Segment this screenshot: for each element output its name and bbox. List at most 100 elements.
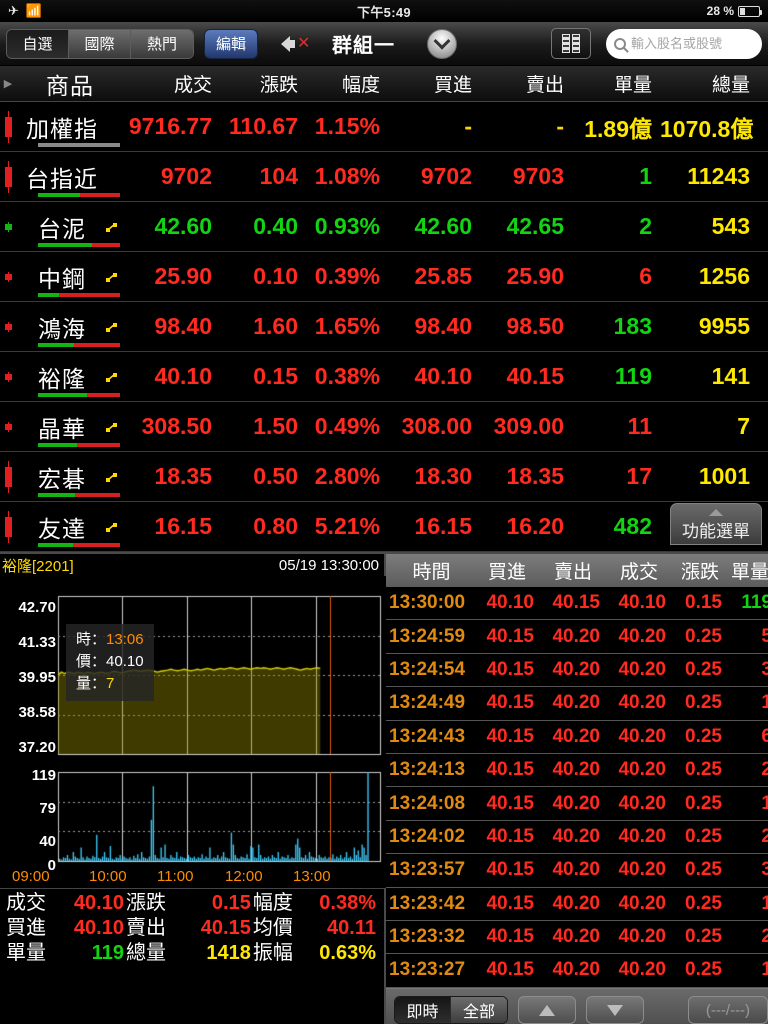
tick-row[interactable]: 13:24:59 40.15 40.20 40.20 0.25 5 [386, 620, 768, 654]
column-header-price[interactable]: 成交 [120, 70, 220, 97]
tick-row[interactable]: 13:23:32 40.15 40.20 40.20 0.25 2 [386, 921, 768, 955]
column-header-name[interactable]: 商品 [16, 67, 120, 101]
instrument-name-cell[interactable]: 裕隆 [16, 352, 120, 401]
ratio-bar [38, 393, 120, 397]
cell-total: 7 [737, 413, 750, 439]
intraday-chart[interactable]: 裕隆[2201] 05/19 13:30:00 42.70 41.33 39.9… [0, 554, 386, 1021]
edit-button[interactable]: 編輯 [204, 28, 259, 59]
column-header-change[interactable]: 漲跌 [220, 70, 306, 97]
cell-change: 0.80 [253, 513, 298, 539]
tick-mode-all[interactable]: 全部 [451, 997, 507, 1024]
quote-table-header: ▶ 商品 成交 漲跌 幅度 買進 賣出 單量 總量 [0, 66, 768, 102]
table-row[interactable]: 宏碁 18.35 0.50 2.80% 18.30 18.35 17 1001 [0, 452, 768, 502]
tick-row[interactable]: 13:24:02 40.15 40.20 40.20 0.25 2 [386, 821, 768, 855]
cell-vol: 2 [639, 213, 652, 239]
tick-page-indicator[interactable]: (---/---) [688, 996, 768, 1024]
candle-up-icon [0, 160, 16, 193]
time-axis-label-0: 09:00 [12, 868, 50, 885]
tick-row[interactable]: 13:24:49 40.15 40.20 40.20 0.25 1 [386, 687, 768, 721]
tick-bid: 40.15 [486, 759, 534, 781]
instrument-name-cell[interactable]: 宏碁 [16, 452, 120, 501]
instrument-name-cell[interactable]: 台泥 [16, 202, 120, 251]
instrument-name-cell[interactable]: 台指近 [16, 152, 120, 201]
chevron-down-icon[interactable] [427, 28, 458, 59]
instrument-name: 友達 [38, 515, 86, 542]
speaker-muted-icon[interactable]: ✕ [280, 31, 314, 57]
tick-row[interactable]: 13:24:54 40.15 40.20 40.20 0.25 3 [386, 654, 768, 688]
cell-total: 1070.8億 [660, 115, 754, 142]
summary-value-bid: 40.10 [73, 917, 124, 939]
column-header-ask[interactable]: 賣出 [480, 70, 572, 97]
search-box[interactable] [606, 28, 762, 59]
column-header-vol[interactable]: 單量 [572, 70, 660, 97]
time-axis-label-3: 12:00 [225, 868, 263, 885]
segment-hot[interactable]: 熱門 [131, 29, 193, 58]
segment-international[interactable]: 國際 [69, 29, 131, 58]
app-root: ✈ 📶 下午5:49 28 % 自選 國際 熱門 編輯 ✕ 群組一 輸入股名或股… [0, 0, 768, 1024]
search-input[interactable] [631, 36, 754, 51]
summary-label-ask: 賣出 [125, 917, 166, 939]
list-view-icon[interactable] [551, 28, 591, 59]
tooltip-time-label: 時： [76, 631, 107, 648]
candle-up-icon [0, 510, 16, 543]
tick-mode-segmented-control[interactable]: 即時 全部 [394, 996, 508, 1024]
table-row[interactable]: 台泥 42.60 0.40 0.93% 42.60 42.65 2 543 [0, 202, 768, 252]
tick-row[interactable]: 13:23:27 40.15 40.20 40.20 0.25 1 [386, 954, 768, 988]
instrument-name: 台指近 [26, 165, 98, 192]
triangle-down-icon [607, 1004, 623, 1016]
table-row[interactable]: 台指近 9702 104 1.08% 9702 9703 1 11243 [0, 152, 768, 202]
price-axis-label-4: 37.20 [18, 739, 56, 756]
tick-mode-realtime[interactable]: 即時 [395, 997, 451, 1024]
function-menu-button[interactable]: 功能選單 [670, 503, 762, 545]
table-row[interactable]: 晶華 308.50 1.50 0.49% 308.00 309.00 11 7 [0, 402, 768, 452]
ratio-bar [38, 493, 120, 497]
tick-table-body[interactable]: 13:30:00 40.10 40.15 40.10 0.15 119 13:24:59 40… [386, 587, 768, 988]
column-header-bid[interactable]: 買進 [388, 70, 480, 97]
instrument-name-cell[interactable]: 中鋼 [16, 252, 120, 301]
tooltip-price-value: 40.10 [106, 653, 144, 670]
watchlist-segmented-control[interactable]: 自選 國際 熱門 [6, 28, 194, 59]
table-row[interactable]: 裕隆 40.10 0.15 0.38% 40.10 40.15 119 141 [0, 352, 768, 402]
tick-ask: 40.20 [552, 692, 600, 714]
segment-favorites[interactable]: 自選 [7, 29, 69, 58]
column-header-pct[interactable]: 幅度 [306, 70, 388, 97]
ratio-bar [38, 293, 120, 297]
tick-row[interactable]: 13:24:43 40.15 40.20 40.20 0.25 6 [386, 721, 768, 754]
tick-page-up-button[interactable] [518, 996, 576, 1024]
cell-change: 104 [259, 163, 298, 189]
chart-plot-area[interactable]: 42.70 41.33 39.95 38.58 37.20 119 79 40 … [0, 576, 386, 888]
table-row[interactable]: 友達16.150.805.21%16.1516.2048217251 [0, 502, 768, 552]
instrument-name-cell[interactable]: 加權指 [16, 102, 120, 151]
tick-change: 0.25 [685, 725, 722, 747]
table-row[interactable]: 鴻海 98.40 1.60 1.65% 98.40 98.50 183 9955 [0, 302, 768, 352]
triangle-right-icon[interactable]: ▶ [0, 77, 16, 90]
tick-row[interactable]: 13:24:08 40.15 40.20 40.20 0.25 1 [386, 787, 768, 821]
instrument-name: 台泥 [38, 215, 86, 242]
summary-value-deal: 40.10 [73, 892, 124, 914]
summary-value-ask: 40.15 [200, 917, 251, 939]
tick-row[interactable]: 13:23:42 40.15 40.20 40.20 0.25 1 [386, 888, 768, 921]
instrument-name-cell[interactable]: 鴻海 [16, 302, 120, 351]
lower-section: 裕隆[2201] 05/19 13:30:00 42.70 41.33 39.9… [0, 552, 768, 1024]
instrument-name-cell[interactable]: 友達 [16, 502, 120, 551]
tick-vol: 2 [761, 825, 768, 847]
tick-change: 0.25 [685, 825, 722, 847]
tick-deal: 40.20 [618, 725, 666, 747]
table-row[interactable]: 中鋼 25.90 0.10 0.39% 25.85 25.90 6 1256 [0, 252, 768, 302]
column-header-total[interactable]: 總量 [660, 70, 758, 97]
price-axis-label-0: 42.70 [18, 599, 56, 616]
tick-row[interactable]: 13:24:13 40.15 40.20 40.20 0.25 2 [386, 754, 768, 788]
cell-total: 141 [711, 363, 750, 389]
tick-time: 13:23:32 [389, 926, 466, 948]
tick-time: 13:24:13 [389, 759, 466, 781]
instrument-name-cell[interactable]: 晶華 [16, 402, 120, 451]
tick-ask: 40.20 [552, 892, 600, 914]
cell-ask: 9703 [512, 163, 564, 189]
tick-page-down-button[interactable] [586, 996, 644, 1024]
tick-deal: 40.20 [618, 625, 666, 647]
tick-row[interactable]: 13:23:57 40.15 40.20 40.20 0.25 3 [386, 854, 768, 888]
cell-vol: 11 [627, 413, 652, 439]
table-row[interactable]: 加權指 9716.77 110.67 1.15% - -1.89億 1070.8億 [0, 102, 768, 152]
tick-row[interactable]: 13:30:00 40.10 40.15 40.10 0.15 119 [386, 587, 768, 621]
time-axis-label-1: 10:00 [89, 868, 127, 885]
